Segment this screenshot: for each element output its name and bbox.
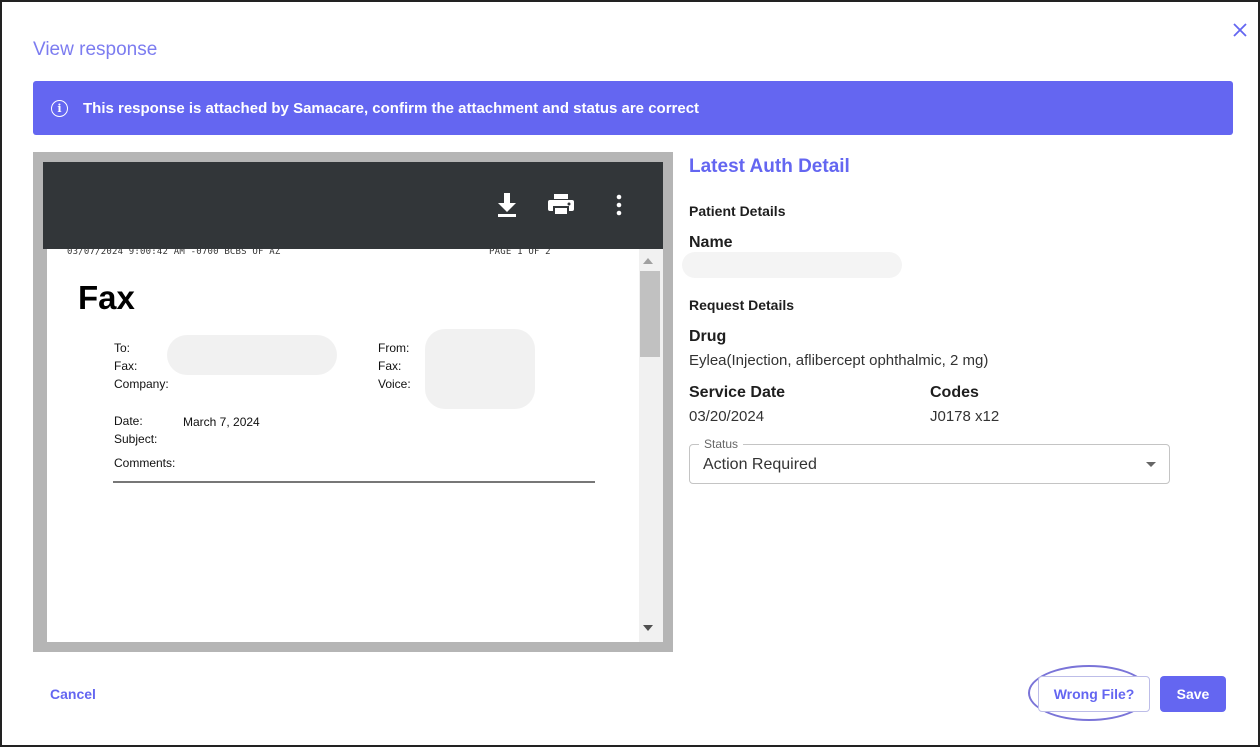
scroll-up-icon[interactable]	[643, 258, 653, 264]
info-icon: i	[51, 99, 68, 117]
fax-header-line: 03/07/2024 9:00:42 AM -0700 BCBS OF AZ P…	[67, 249, 587, 257]
more-vert-icon[interactable]	[609, 190, 635, 220]
status-value: Action Required	[703, 456, 817, 473]
view-response-modal: View response i This response is attache…	[0, 0, 1260, 747]
patient-details-heading: Patient Details	[689, 203, 786, 219]
scroll-down-icon[interactable]	[643, 625, 653, 631]
fax-to-label: To:	[114, 341, 131, 355]
download-icon[interactable]	[494, 190, 520, 220]
detail-title: Latest Auth Detail	[689, 156, 850, 177]
fax-from-fax-label: Fax:	[378, 359, 402, 373]
wrong-file-button[interactable]: Wrong File?	[1038, 676, 1150, 712]
codes-label: Codes	[930, 384, 979, 401]
print-icon[interactable]	[546, 190, 574, 220]
fax-comments-label: Comments:	[114, 456, 176, 470]
banner-text: This response is attached by Samacare, c…	[83, 99, 700, 117]
codes-value: J0178 x12	[930, 408, 1000, 425]
fax-company-label: Company:	[114, 377, 169, 391]
service-date-value: 03/20/2024	[689, 408, 765, 425]
pdf-scrollbar[interactable]	[635, 249, 663, 642]
drug-value: Eylea(Injection, aflibercept ophthalmic,…	[689, 352, 989, 369]
fax-date-label: Date:	[114, 414, 143, 428]
redacted-area	[167, 335, 337, 375]
fax-subject-label: Subject:	[114, 432, 158, 446]
save-button[interactable]: Save	[1160, 676, 1226, 712]
pdf-viewer: 03/07/2024 9:00:42 AM -0700 BCBS OF AZ P…	[33, 152, 673, 652]
pdf-toolbar	[43, 162, 663, 249]
fax-title: Fax	[78, 279, 135, 316]
fax-voice-label: Voice:	[378, 377, 411, 391]
redacted-area	[425, 329, 535, 409]
status-select[interactable]: Status Action Required	[689, 437, 1170, 484]
fax-date-value: March 7, 2024	[183, 415, 260, 429]
cancel-button[interactable]: Cancel	[50, 686, 96, 702]
drug-label: Drug	[689, 328, 727, 345]
service-date-label: Service Date	[689, 384, 786, 401]
modal-title: View response	[33, 39, 158, 60]
fax-page-indicator: PAGE 1 OF 2	[489, 249, 551, 257]
status-label: Status	[699, 437, 744, 451]
fax-divider	[113, 481, 595, 483]
redacted-name	[682, 252, 902, 278]
fax-from-label: From:	[378, 341, 410, 355]
close-icon[interactable]	[1230, 21, 1250, 41]
request-details-heading: Request Details	[689, 297, 795, 313]
scroll-thumb[interactable]	[640, 271, 660, 357]
fax-fax-label: Fax:	[114, 359, 138, 373]
pdf-page: 03/07/2024 9:00:42 AM -0700 BCBS OF AZ P…	[47, 249, 635, 642]
fax-timestamp: 03/07/2024 9:00:42 AM -0700 BCBS OF AZ	[67, 249, 281, 257]
chevron-down-icon	[1146, 462, 1156, 467]
name-label: Name	[689, 234, 733, 251]
info-banner: i This response is attached by Samacare,…	[33, 81, 1233, 135]
